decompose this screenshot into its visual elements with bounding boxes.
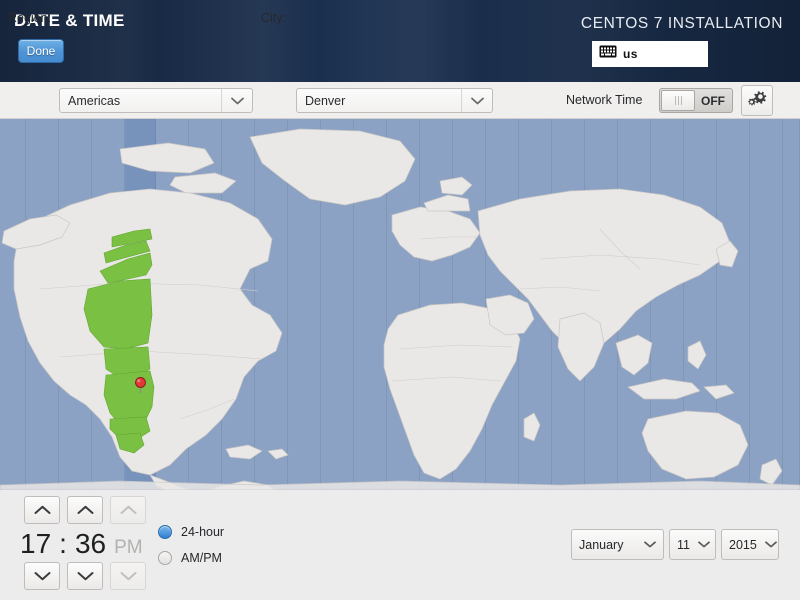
- done-button[interactable]: Done: [18, 39, 64, 63]
- keyboard-layout-indicator[interactable]: us: [592, 41, 708, 67]
- month-dropdown[interactable]: January: [571, 529, 664, 560]
- hours-value[interactable]: 17: [20, 528, 51, 560]
- toggle-knob: [661, 90, 695, 111]
- network-time-state: OFF: [701, 93, 725, 108]
- year-value: 2015: [729, 537, 757, 552]
- chevron-down-icon: [461, 89, 492, 112]
- minute-increment-button[interactable]: [67, 496, 103, 524]
- time-separator: :: [59, 528, 67, 559]
- year-dropdown[interactable]: 2015: [721, 529, 779, 560]
- chevron-down-icon: [221, 89, 252, 112]
- day-dropdown[interactable]: 11: [669, 529, 716, 560]
- header-bar: DATE & TIME Done CENTOS 7 INSTALLATION u…: [0, 0, 800, 82]
- city-dropdown[interactable]: Denver: [296, 88, 493, 113]
- timezone-map[interactable]: [0, 119, 800, 490]
- map-pin-icon: [134, 377, 147, 394]
- region-dropdown[interactable]: Americas: [59, 88, 253, 113]
- keyboard-icon: [599, 45, 617, 63]
- hour-decrement-button[interactable]: [24, 562, 60, 590]
- radio-am-pm-label: AM/PM: [181, 551, 222, 565]
- hour-increment-button[interactable]: [24, 496, 60, 524]
- month-value: January: [579, 537, 624, 552]
- minutes-value[interactable]: 36: [75, 528, 106, 560]
- ntp-config-button[interactable]: [741, 85, 773, 116]
- ampm-decrement-button: [110, 562, 146, 590]
- chevron-down-icon: [698, 541, 710, 548]
- gear-icon: [747, 88, 767, 113]
- ampm-increment-button: [110, 496, 146, 524]
- radio-am-pm[interactable]: AM/PM: [158, 551, 222, 565]
- city-label: City:: [261, 11, 286, 25]
- world-map: [0, 128, 800, 490]
- chevron-down-icon: [644, 541, 656, 548]
- city-value: Denver: [305, 93, 346, 108]
- chevron-down-icon: [764, 541, 777, 548]
- radio-24-hour-label: 24-hour: [181, 525, 225, 539]
- day-value: 11: [677, 537, 690, 552]
- ampm-value: PM: [114, 537, 143, 558]
- minute-decrement-button[interactable]: [67, 562, 103, 590]
- keyboard-layout-label: us: [623, 47, 638, 61]
- network-time-label: Network Time: [566, 93, 643, 107]
- radio-indicator: [158, 551, 172, 565]
- region-label: Region:: [8, 11, 52, 25]
- network-time-toggle[interactable]: OFF: [659, 88, 733, 113]
- radio-indicator-selected: [158, 525, 172, 539]
- region-value: Americas: [68, 93, 121, 108]
- time-display: 17:36 PM: [20, 528, 143, 560]
- product-title: CENTOS 7 INSTALLATION: [580, 15, 783, 32]
- radio-24-hour[interactable]: 24-hour: [158, 525, 224, 539]
